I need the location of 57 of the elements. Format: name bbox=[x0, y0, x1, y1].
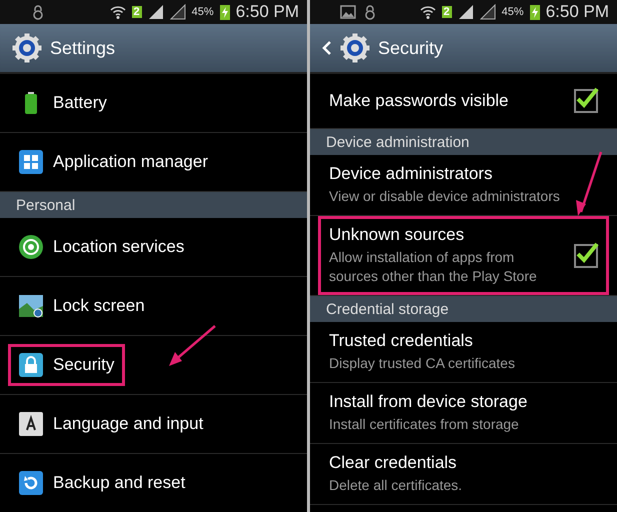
battery-percent: 45% bbox=[192, 6, 214, 18]
wifi-icon bbox=[110, 4, 126, 20]
item-summary: Delete all certificates. bbox=[329, 476, 464, 495]
item-summary: Install certificates from storage bbox=[329, 415, 520, 434]
signal-icon bbox=[148, 4, 164, 20]
sim-badge: 2 bbox=[442, 6, 452, 18]
apps-grid-icon bbox=[19, 150, 43, 174]
item-title: Device administrators bbox=[329, 164, 494, 184]
settings-item[interactable]: Install from device storage Install certificates from storage bbox=[318, 383, 609, 443]
location-target-icon bbox=[19, 235, 43, 259]
item-title: Clear credentials bbox=[329, 453, 458, 473]
section-header: Personal bbox=[0, 192, 307, 218]
item-title: Install from device storage bbox=[329, 392, 528, 412]
item-title: Trusted credentials bbox=[329, 331, 474, 351]
settings-item[interactable]: Application manager bbox=[8, 141, 219, 183]
screen-title: Settings bbox=[50, 38, 116, 58]
checkbox[interactable] bbox=[574, 244, 598, 268]
item-summary: Allow installation of apps from sources other than the Play Store bbox=[329, 248, 538, 286]
settings-item[interactable]: Device administrators View or disable device administrators bbox=[318, 155, 609, 215]
battery-percent: 45% bbox=[502, 6, 524, 18]
checkbox[interactable] bbox=[574, 89, 598, 113]
sim-badge: 2 bbox=[132, 6, 142, 18]
back-icon[interactable] bbox=[322, 41, 332, 55]
settings-item[interactable]: Clear credentials Delete all certificates. bbox=[318, 444, 609, 504]
item-summary: View or disable device administrators bbox=[329, 187, 561, 206]
padlock-icon bbox=[19, 353, 43, 377]
image-icon bbox=[340, 4, 356, 20]
signal-icon bbox=[458, 4, 474, 20]
item-summary: Display trusted CA certificates bbox=[329, 354, 516, 373]
highlight-box[interactable]: Unknown sources Allow installation of apps from sources other than the Play Store bbox=[318, 216, 609, 295]
restore-icon bbox=[19, 471, 43, 495]
signal-icon bbox=[480, 4, 496, 20]
settings-item[interactable]: Backup and reset bbox=[8, 462, 196, 504]
gear-icon bbox=[12, 33, 42, 63]
landscape-icon bbox=[19, 294, 43, 318]
item-title: Unknown sources bbox=[329, 225, 466, 245]
settings-item[interactable]: Battery bbox=[8, 82, 118, 124]
settings-item[interactable]: Language and input bbox=[8, 403, 214, 445]
pointer-arrow bbox=[167, 324, 217, 368]
settings-item[interactable]: Location services bbox=[8, 226, 196, 268]
screen-title: Security bbox=[378, 38, 444, 58]
wifi-icon bbox=[420, 4, 436, 20]
charging-battery-icon bbox=[220, 4, 230, 20]
pointer-arrow bbox=[573, 150, 603, 216]
gear-icon bbox=[340, 33, 370, 63]
charging-battery-icon bbox=[530, 4, 540, 20]
item-title: Make passwords visible bbox=[329, 91, 510, 111]
section-header: Credential storage bbox=[310, 296, 617, 322]
settings-item[interactable]: Make passwords visible bbox=[318, 80, 609, 122]
section-header: Device administration bbox=[310, 129, 617, 155]
signal-icon bbox=[170, 4, 186, 20]
clock-time: 6:50 PM bbox=[546, 2, 609, 22]
settings-item[interactable]: Lock screen bbox=[8, 285, 156, 327]
highlight-box[interactable]: Security bbox=[8, 344, 126, 386]
settings-item[interactable]: Trusted credentials Display trusted CA certificates bbox=[318, 322, 609, 382]
letter-key-icon bbox=[19, 412, 43, 436]
clock-time: 6:50 PM bbox=[236, 2, 299, 22]
